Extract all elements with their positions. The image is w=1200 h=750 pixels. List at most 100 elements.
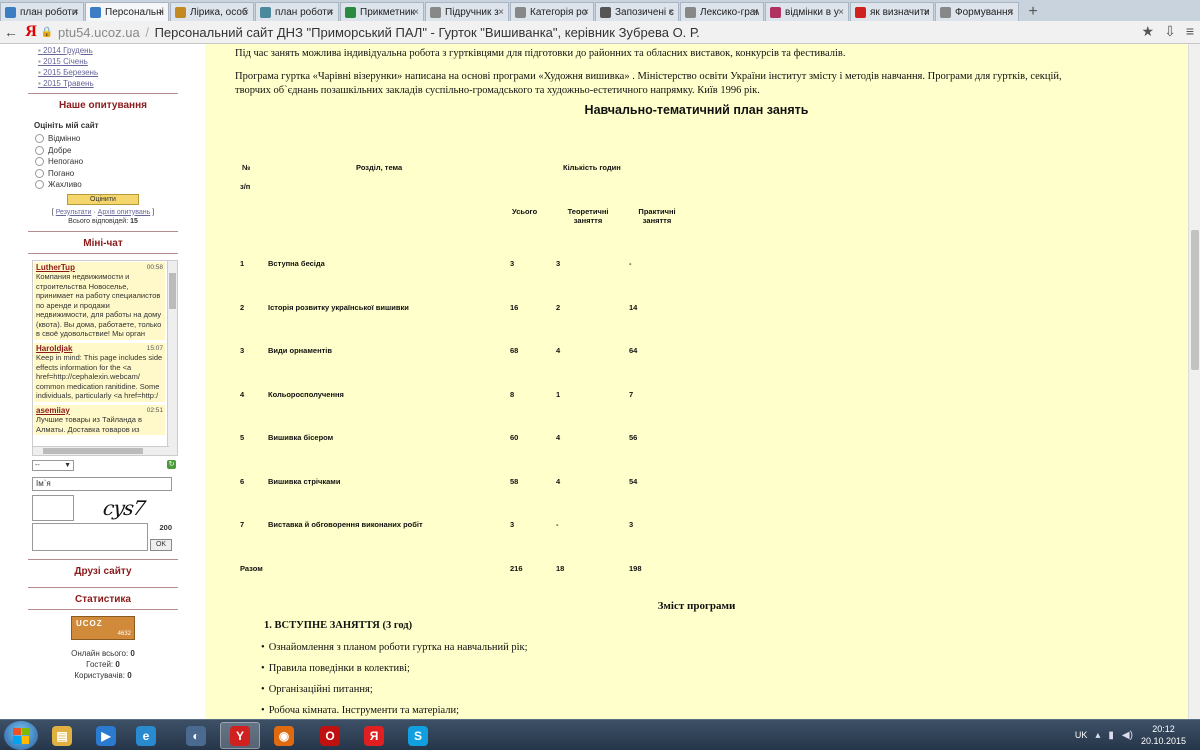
- chat-name-input[interactable]: Ім`я: [32, 476, 172, 491]
- row-topic: Вишивка стрічками: [268, 477, 341, 486]
- poll-option[interactable]: Погано: [35, 168, 178, 180]
- row-num: 2: [240, 303, 245, 312]
- chat-message: 15:07 Haroldjak Keep in mind: This page in…: [34, 342, 165, 402]
- tab-favicon-icon: [260, 6, 271, 18]
- scrollbar-thumb[interactable]: [1191, 230, 1199, 370]
- browser-tab[interactable]: план роботи ×: [0, 2, 84, 21]
- poll-radio[interactable]: [35, 180, 44, 190]
- browser-tab[interactable]: Лексико-грам ×: [680, 2, 764, 21]
- chat-author[interactable]: Haroldjak: [36, 344, 163, 354]
- chat-scrollbar[interactable]: [167, 260, 177, 455]
- poll-option[interactable]: Відмінно: [35, 133, 178, 145]
- taskbar-opera-button[interactable]: O: [310, 722, 350, 749]
- tray-arrow-icon[interactable]: ▴: [1095, 730, 1100, 741]
- taskbar-yandex-button[interactable]: Я: [354, 722, 394, 749]
- chat-message: 02:51 asemiiay Лучшие товары из Тайланда в…: [34, 404, 165, 435]
- tab-close-icon[interactable]: ×: [583, 7, 589, 18]
- browser-tab[interactable]: Лірика, особ ×: [170, 2, 254, 21]
- chat-author[interactable]: asemiiay: [36, 406, 163, 416]
- refresh-icon[interactable]: ↻: [167, 459, 176, 469]
- menu-icon[interactable]: ≡: [1186, 23, 1194, 40]
- browser-tab[interactable]: як визначити ×: [850, 2, 934, 21]
- program-list-item: • Правила поведінки в колективі;: [261, 663, 410, 674]
- chat-message-input[interactable]: [32, 522, 148, 551]
- section-heading: 1. ВСТУПНЕ ЗАНЯТТЯ (3 год): [264, 620, 413, 631]
- taskbar-explorer-button[interactable]: ▤: [42, 722, 82, 749]
- archive-link-0[interactable]: ▪ 2014 Грудень: [38, 45, 178, 56]
- vote-button[interactable]: Оцінити: [67, 193, 139, 205]
- tab-close-icon[interactable]: ×: [243, 7, 249, 18]
- chat-author[interactable]: LutherTup: [36, 263, 163, 273]
- poll-results-link[interactable]: Результати: [56, 209, 92, 216]
- start-button[interactable]: [4, 721, 38, 750]
- smiley-select[interactable]: -- ▼: [32, 459, 74, 471]
- url-page-title: Персональний сайт ДНЗ "Приморський ПАЛ" …: [154, 24, 700, 40]
- taskbar-ie-button[interactable]: e: [126, 722, 166, 749]
- tab-close-icon[interactable]: ×: [413, 7, 419, 18]
- clock[interactable]: 20:12 20.10.2015: [1141, 723, 1186, 747]
- tab-favicon-icon: [175, 6, 186, 18]
- tab-close-icon[interactable]: ×: [838, 7, 844, 18]
- divider: [28, 608, 178, 610]
- archive-link-1[interactable]: ▪ 2015 Січень: [38, 56, 178, 67]
- poll-radio[interactable]: [35, 145, 44, 155]
- tab-close-icon[interactable]: ×: [158, 7, 164, 18]
- tab-close-icon[interactable]: ×: [923, 7, 929, 18]
- browser-tab[interactable]: Запозичені с ×: [595, 2, 679, 21]
- table-header-theory: Теоретичні заняття: [567, 207, 609, 225]
- browser-tab[interactable]: Підручник з ×: [425, 2, 509, 21]
- poll-option[interactable]: Непогано: [35, 156, 178, 168]
- browser-tab[interactable]: Прикметник ×: [340, 2, 424, 21]
- taskbar: ▤ ▶ e ◐ Y ◉ O Я S UK ▴ ▮ ◀) 20:12 20.10.2015: [0, 719, 1200, 750]
- star-icon[interactable]: ★: [1142, 23, 1155, 40]
- row-total: 3: [510, 520, 515, 529]
- tab-title: як визначити: [870, 6, 929, 18]
- tab-close-icon[interactable]: ×: [753, 7, 759, 18]
- taskbar-volume-button[interactable]: ◐: [176, 722, 216, 749]
- tab-close-icon[interactable]: ×: [498, 7, 504, 18]
- poll-archive-link[interactable]: Архів опитувань: [98, 209, 151, 216]
- back-arrow-icon[interactable]: ←: [0, 21, 22, 43]
- poll-option[interactable]: Добре: [35, 145, 178, 157]
- chat-text: Лучшие товары из Тайланда в Алматы. Дост…: [36, 415, 142, 434]
- archive-link-2[interactable]: ▪ 2015 Березень: [38, 67, 178, 78]
- browser-tab[interactable]: Категорія ро ×: [510, 2, 594, 21]
- new-tab-button[interactable]: +: [1020, 2, 1046, 21]
- poll-option-label: Непогано: [48, 157, 84, 166]
- friends-heading: Друзі сайту: [74, 565, 132, 577]
- tab-close-icon[interactable]: ×: [328, 7, 334, 18]
- tab-close-icon[interactable]: ×: [73, 7, 79, 18]
- tab-favicon-icon: [5, 6, 16, 18]
- language-indicator[interactable]: UK: [1075, 730, 1088, 740]
- chat-box[interactable]: 00:58 LutherTup Компания недвижимости и ст…: [32, 259, 178, 456]
- volume-icon[interactable]: ◀): [1122, 730, 1133, 741]
- network-icon[interactable]: ▮: [1108, 730, 1114, 741]
- poll-radio[interactable]: [35, 168, 44, 178]
- captcha-input[interactable]: [32, 494, 74, 521]
- row-num: 6: [240, 477, 245, 486]
- poll-radio[interactable]: [35, 134, 44, 144]
- browser-tab[interactable]: Персональні ×: [85, 2, 169, 21]
- poll-option[interactable]: Жахливо: [35, 179, 178, 191]
- taskbar-media-player-button[interactable]: ▶: [86, 722, 126, 749]
- tab-title: Лірика, особ: [190, 6, 248, 18]
- tab-close-icon[interactable]: ×: [668, 7, 674, 18]
- row-theory: 4: [556, 346, 561, 355]
- yandex-logo-icon[interactable]: Я: [22, 23, 40, 41]
- archive-link-3[interactable]: ▪ 2015 Травень: [38, 78, 178, 89]
- page-scrollbar[interactable]: [1188, 44, 1200, 719]
- browser-tab[interactable]: відмінки в у ×: [765, 2, 849, 21]
- ucoz-counter-badge[interactable]: UCOZ 4632: [71, 615, 135, 640]
- chat-hscrollbar[interactable]: [33, 445, 169, 455]
- tab-close-icon[interactable]: ×: [1008, 7, 1014, 18]
- row-practice: -: [629, 259, 632, 268]
- taskbar-skype-button[interactable]: S: [398, 722, 438, 749]
- poll-radio[interactable]: [35, 157, 44, 167]
- taskbar-yandex-browser-button[interactable]: Y: [220, 722, 260, 749]
- chat-ok-button[interactable]: OK: [150, 538, 172, 551]
- url-field[interactable]: ptu54.ucoz.ua / Персональний сайт ДНЗ "П…: [58, 25, 700, 40]
- download-icon[interactable]: ⇩: [1164, 23, 1176, 40]
- taskbar-firefox-button[interactable]: ◉: [264, 722, 304, 749]
- browser-tab[interactable]: план роботи ×: [255, 2, 339, 21]
- browser-tab[interactable]: Формування ×: [935, 2, 1019, 21]
